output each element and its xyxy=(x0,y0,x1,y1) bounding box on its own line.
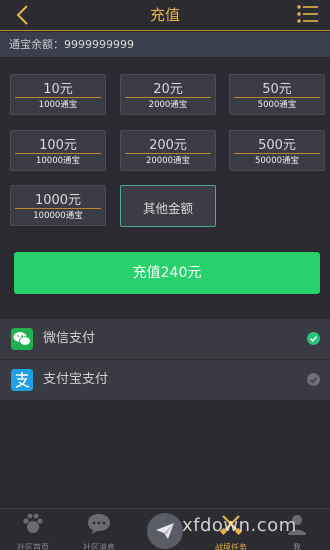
amount-coins: 100000通宝 xyxy=(15,208,101,222)
nav-label: 战境任务 xyxy=(215,543,247,550)
nav-label: 我 xyxy=(293,543,301,550)
alipay-icon xyxy=(11,369,33,391)
amount-price: 1000元 xyxy=(34,193,82,208)
payment-option-alipay[interactable]: 支付宝支付 xyxy=(0,360,330,400)
amount-coins: 10000通宝 xyxy=(15,153,101,167)
amount-option-100[interactable]: 100元 10000通宝 xyxy=(10,130,106,171)
amount-price: 200元 xyxy=(149,138,187,153)
amount-coins: 20000通宝 xyxy=(125,153,211,167)
amount-coins: 5000通宝 xyxy=(234,97,320,111)
other-amount-button[interactable]: 其他金额 xyxy=(120,185,216,227)
amount-coins: 1000通宝 xyxy=(15,97,101,111)
payment-label: 支付宝支付 xyxy=(43,372,109,387)
send-icon xyxy=(156,523,174,539)
center-send-button[interactable] xyxy=(147,513,183,549)
page-title: 充值 xyxy=(149,6,180,24)
nav-item-community[interactable]: 社区首页 xyxy=(0,509,66,550)
amount-price: 10元 xyxy=(43,82,73,97)
amount-option-500[interactable]: 500元 50000通宝 xyxy=(229,130,325,171)
nav-label: 社区首页 xyxy=(17,543,49,550)
payment-label: 微信支付 xyxy=(43,331,96,346)
amount-option-20[interactable]: 20元 2000通宝 xyxy=(120,74,216,115)
payment-option-wechat[interactable]: 微信支付 xyxy=(0,319,330,359)
top-bar: 充值 xyxy=(0,0,330,31)
balance-value: 9999999999 xyxy=(64,38,134,51)
nav-item-messages[interactable]: 社区消息 xyxy=(66,509,132,550)
selected-check-icon xyxy=(307,332,320,345)
amount-option-10[interactable]: 10元 1000通宝 xyxy=(10,74,106,115)
balance-bar: 通宝余额：9999999999 xyxy=(0,32,330,57)
amount-option-50[interactable]: 50元 5000通宝 xyxy=(229,74,325,115)
watermark-text: xfdown.com xyxy=(182,515,297,536)
unselected-check-icon xyxy=(307,373,320,386)
list-menu-icon[interactable] xyxy=(296,2,320,28)
community-icon xyxy=(23,513,43,533)
recharge-button[interactable]: 充值240元 xyxy=(14,252,320,294)
wechat-icon xyxy=(11,328,33,350)
balance-label: 通宝余额： xyxy=(9,38,64,51)
other-amount-label: 其他金额 xyxy=(142,201,193,216)
amount-price: 20元 xyxy=(153,82,183,97)
amount-option-200[interactable]: 200元 20000通宝 xyxy=(120,130,216,171)
amount-option-1000[interactable]: 1000元 100000通宝 xyxy=(10,185,106,226)
amount-price: 50元 xyxy=(262,82,292,97)
amount-coins: 50000通宝 xyxy=(234,153,320,167)
nav-label: 社区消息 xyxy=(83,543,115,550)
amount-coins: 2000通宝 xyxy=(125,97,211,111)
message-icon xyxy=(88,514,110,534)
amount-price: 500元 xyxy=(258,138,296,153)
amount-price: 100元 xyxy=(39,138,77,153)
